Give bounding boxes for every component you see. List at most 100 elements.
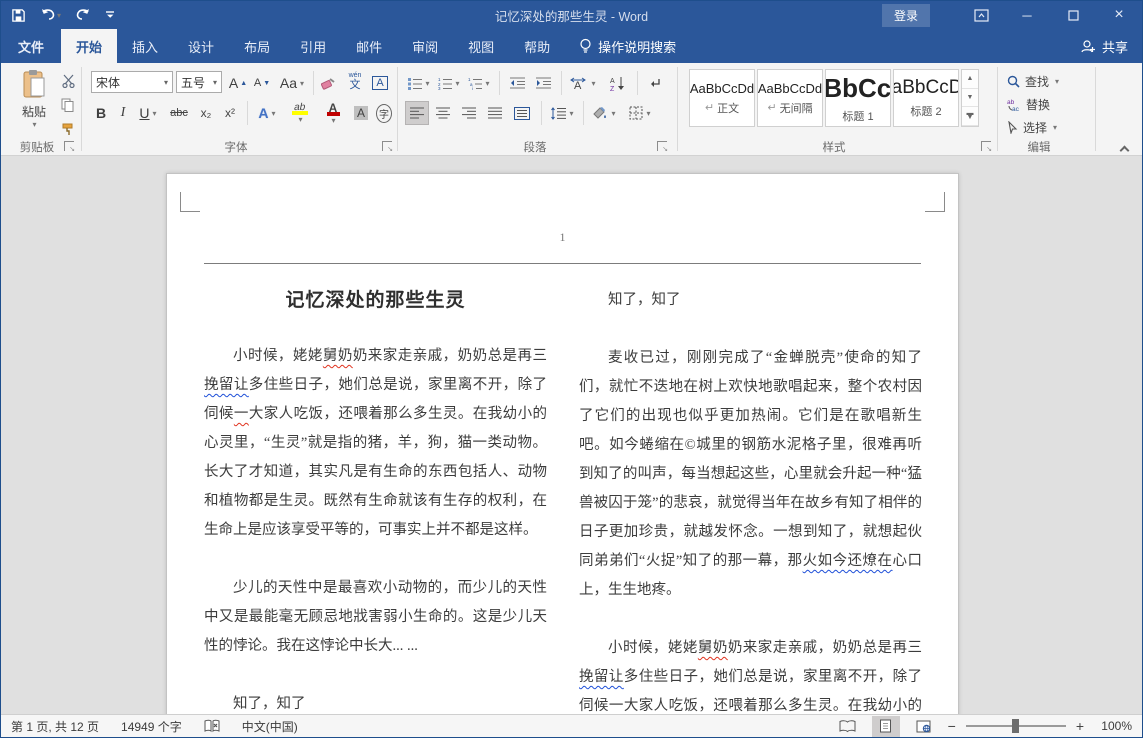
styles-gallery-scroll[interactable]: ▲ ▼ ▬▼ [961, 69, 979, 127]
tab-file[interactable]: 文件 [1, 29, 61, 63]
tell-me-search[interactable]: 操作说明搜索 [565, 29, 676, 63]
save-icon[interactable] [11, 8, 26, 23]
style-normal[interactable]: AaBbCcDd ↵正文 [689, 69, 755, 127]
tab-home[interactable]: 开始 [61, 29, 117, 63]
asian-layout-button[interactable]: A [567, 71, 599, 95]
web-layout-icon[interactable] [910, 716, 938, 737]
svg-text:Z: Z [610, 86, 615, 91]
person-plus-icon [1080, 39, 1096, 54]
grow-font-button[interactable]: A▲ [227, 71, 249, 95]
language-indicator[interactable]: 中文(中国) [242, 718, 298, 735]
close-button[interactable]: × [1096, 1, 1142, 29]
text-highlight-button[interactable]: ab [285, 101, 315, 125]
shrink-font-button[interactable]: A▼ [251, 71, 273, 95]
cut-icon[interactable] [57, 69, 79, 93]
enclose-characters-button[interactable]: 字 [373, 101, 395, 125]
word-count[interactable]: 14949 个字 [121, 718, 182, 735]
tab-view[interactable]: 视图 [453, 29, 509, 63]
styles-scroll-down-icon[interactable]: ▼ [962, 89, 978, 108]
replace-icon: abac [1007, 98, 1021, 111]
align-center-button[interactable] [431, 101, 455, 125]
minimize-button[interactable]: ─ [1004, 1, 1050, 29]
tab-layout[interactable]: 布局 [229, 29, 285, 63]
distribute-button[interactable] [509, 101, 535, 125]
style-no-spacing[interactable]: AaBbCcDd ↵无间隔 [757, 69, 823, 127]
font-size-value: 五号 [181, 74, 205, 91]
phonetic-guide-button[interactable]: wén 文 [343, 69, 367, 93]
justify-button[interactable] [483, 101, 507, 125]
read-mode-icon[interactable] [834, 716, 862, 737]
multilevel-list-button[interactable]: 1ai [465, 71, 493, 95]
collapse-ribbon-icon[interactable] [1121, 143, 1128, 157]
superscript-button[interactable]: x² [219, 101, 241, 125]
styles-dialog-launcher[interactable] [981, 141, 991, 151]
text-effects-button[interactable]: A [253, 101, 281, 125]
customize-qat-icon[interactable] [105, 9, 115, 21]
change-case-button[interactable]: Aa [277, 71, 307, 95]
sort-button[interactable]: AZ [605, 71, 631, 95]
paragraph-dialog-launcher[interactable] [657, 141, 667, 151]
tab-help[interactable]: 帮助 [509, 29, 565, 63]
align-right-button[interactable] [457, 101, 481, 125]
numbering-button[interactable]: 123 [435, 71, 463, 95]
title-bar: 记忆深处的那些生灵 - Word 登录 ─ × [1, 1, 1142, 29]
clipboard-dialog-launcher[interactable] [64, 141, 74, 151]
borders-button[interactable] [625, 101, 655, 125]
decrease-indent-icon[interactable] [505, 71, 529, 95]
italic-button[interactable]: I [113, 101, 133, 125]
tab-insert[interactable]: 插入 [117, 29, 173, 63]
tab-design[interactable]: 设计 [173, 29, 229, 63]
proofing-status-icon[interactable] [204, 719, 220, 733]
font-color-button[interactable]: A [319, 101, 347, 125]
subscript-button[interactable]: x₂ [195, 101, 217, 125]
increase-indent-icon[interactable] [531, 71, 555, 95]
font-dialog-launcher[interactable] [382, 141, 392, 151]
align-left-button[interactable] [405, 101, 429, 125]
line-spacing-button[interactable] [547, 101, 577, 125]
zoom-slider[interactable] [966, 725, 1066, 727]
maximize-button[interactable] [1050, 1, 1096, 29]
page-1[interactable]: 1 记忆深处的那些生灵 小时候，姥姥舅奶奶来家走亲戚，奶奶总是再三挽留让多住些日… [166, 173, 959, 716]
quick-access-toolbar [11, 1, 115, 29]
find-button[interactable]: 查找 [1007, 69, 1071, 93]
style-heading2[interactable]: AaBbCcDd 标题 2 [893, 69, 959, 127]
signin-button[interactable]: 登录 [882, 4, 930, 27]
clear-formatting-icon[interactable] [317, 71, 341, 95]
replace-button[interactable]: abac 替换 [1007, 92, 1071, 116]
bold-button[interactable]: B [91, 101, 111, 125]
zoom-slider-handle[interactable] [1012, 719, 1019, 733]
character-border-button[interactable]: A [369, 71, 391, 95]
redo-icon[interactable] [75, 8, 91, 22]
paragraph: 小时候，姥姥舅奶奶来家走亲戚，奶奶总是再三挽留让多住些日子，她们总是说，家里离不… [579, 634, 922, 716]
return-mark-icon: ↵ [767, 101, 776, 114]
page-indicator[interactable]: 第 1 页, 共 12 页 [11, 718, 99, 735]
paste-button[interactable]: 粘贴 [13, 69, 55, 139]
tab-mailings[interactable]: 邮件 [341, 29, 397, 63]
ribbon-display-options-icon[interactable] [958, 1, 1004, 29]
tab-review[interactable]: 审阅 [397, 29, 453, 63]
undo-icon[interactable] [40, 8, 61, 22]
select-button[interactable]: 选择 [1007, 115, 1071, 139]
underline-button[interactable]: U [135, 101, 161, 125]
share-button[interactable]: 共享 [1080, 29, 1128, 63]
document-canvas[interactable]: 1 记忆深处的那些生灵 小时候，姥姥舅奶奶来家走亲戚，奶奶总是再三挽留让多住些日… [1, 156, 1142, 716]
zoom-out-button[interactable]: − [948, 718, 956, 734]
copy-icon[interactable] [57, 93, 79, 117]
print-layout-icon[interactable] [872, 716, 900, 737]
show-hide-marks-icon[interactable] [643, 71, 667, 95]
font-name-combobox[interactable]: 宋体▾ [91, 71, 173, 93]
zoom-level[interactable]: 100% [1094, 719, 1132, 733]
character-shading-button[interactable]: A [351, 101, 371, 125]
strikethrough-button[interactable]: abc [165, 101, 193, 125]
font-size-combobox[interactable]: 五号▾ [176, 71, 222, 93]
share-label: 共享 [1102, 37, 1128, 56]
shading-button[interactable] [589, 101, 619, 125]
tab-references[interactable]: 引用 [285, 29, 341, 63]
style-heading1[interactable]: AaBbCcDd 标题 1 [825, 69, 891, 127]
styles-scroll-up-icon[interactable]: ▲ [962, 70, 978, 89]
bullets-button[interactable] [405, 71, 433, 95]
format-painter-icon[interactable] [57, 117, 79, 141]
zoom-in-button[interactable]: + [1076, 718, 1084, 734]
style-preview: AaBbCcDd [690, 81, 754, 96]
styles-more-icon[interactable]: ▬▼ [962, 107, 978, 126]
